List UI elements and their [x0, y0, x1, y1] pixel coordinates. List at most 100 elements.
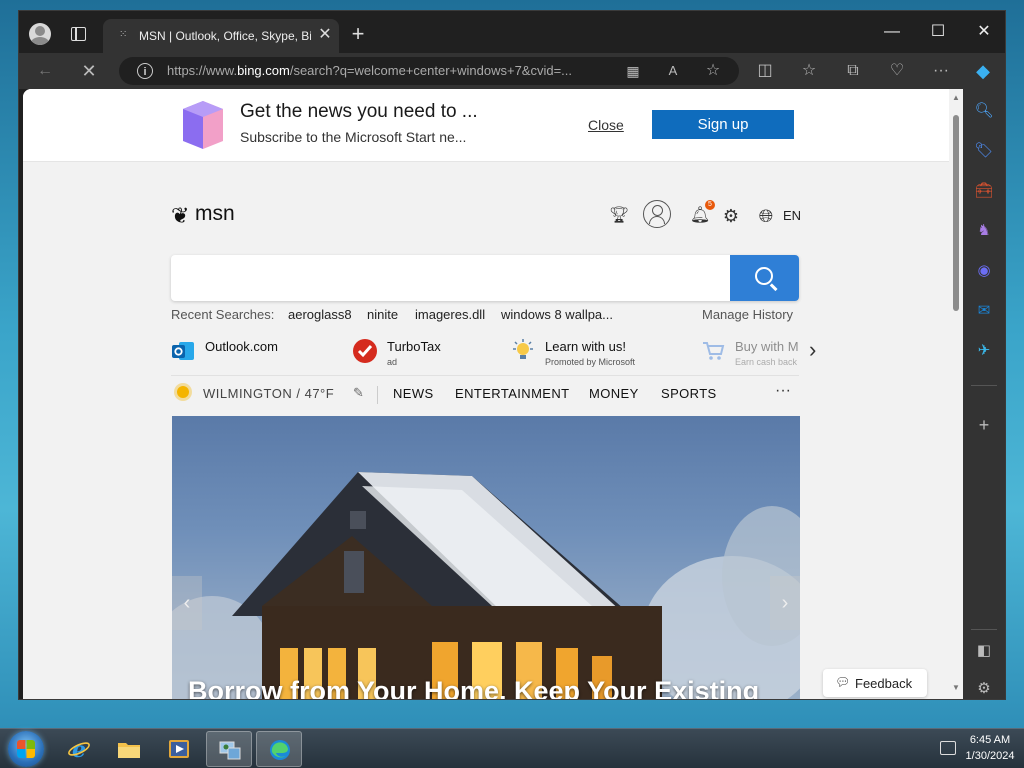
add-icon[interactable]: +: [974, 415, 994, 435]
banner-title: Get the news you need to ...: [240, 101, 478, 122]
nav-entertainment[interactable]: ENTERTAINMENT: [455, 386, 570, 401]
microsoft-start-logo-icon: [183, 101, 223, 149]
clock-time[interactable]: 6:45 AM: [960, 734, 1020, 746]
sidebar-settings-icon[interactable]: ⚙: [974, 679, 994, 699]
quick-link-buy[interactable]: Buy with M Earn cash back: [701, 335, 801, 365]
address-url[interactable]: https://www.bing.com/search?q=welcome+ce…: [167, 63, 609, 79]
quick-link-turbotax[interactable]: TurboTax ad: [353, 335, 473, 367]
category-nav: WILMINGTON / 47°F ✎ NEWS ENTERTAINMENT M…: [171, 375, 799, 410]
settings-more-icon[interactable]: ···: [931, 61, 951, 81]
nav-money[interactable]: MONEY: [589, 386, 639, 401]
feedback-button[interactable]: 💬︎ Feedback: [823, 669, 927, 697]
copilot-icon[interactable]: ◆: [973, 61, 993, 81]
lightbulb-icon: [513, 339, 533, 359]
hero-carousel[interactable]: ‹ › Borrow from Your Home, Keep Your Exi…: [172, 416, 800, 699]
split-screen-icon[interactable]: ◫: [755, 61, 775, 81]
favorites-icon[interactable]: ☆: [799, 61, 819, 81]
taskbar-internet-explorer[interactable]: e: [56, 731, 102, 767]
scrollbar-thumb[interactable]: [953, 115, 959, 311]
scroll-up-icon[interactable]: ▲: [951, 93, 961, 103]
address-bar[interactable]: i https://www.bing.com/search?q=welcome+…: [119, 57, 739, 85]
browser-essentials-icon[interactable]: ♡: [887, 61, 907, 81]
edge-icon: [270, 740, 290, 760]
carousel-prev-button[interactable]: ‹: [172, 576, 202, 630]
loading-spinner-icon: ⁙: [119, 29, 128, 40]
edit-pencil-icon[interactable]: ✎: [353, 385, 364, 401]
internet-explorer-icon: e: [68, 737, 90, 761]
search-box: [171, 255, 799, 301]
sidebar-divider: [971, 385, 997, 386]
collections-icon[interactable]: ⧉: [843, 61, 863, 81]
chevron-right-icon[interactable]: ›: [809, 339, 825, 361]
msn-logo[interactable]: ❦ msn: [171, 201, 251, 229]
taskbar-media-player[interactable]: [156, 731, 202, 767]
taskbar-file-explorer[interactable]: [106, 731, 152, 767]
carousel-next-button[interactable]: ›: [770, 576, 800, 630]
browser-toolbar: ← ✕ i https://www.bing.com/search?q=welc…: [19, 53, 1005, 89]
nav-sports[interactable]: SPORTS: [661, 386, 717, 401]
signup-button[interactable]: Sign up: [652, 110, 794, 139]
taskbar-control-panel[interactable]: [206, 731, 252, 767]
subscribe-banner: Get the news you need to ... Subscribe t…: [23, 89, 949, 162]
favorite-star-icon[interactable]: ☆: [703, 61, 723, 81]
hero-headline[interactable]: Borrow from Your Home, Keep Your Existin…: [188, 676, 759, 699]
media-player-icon: [169, 740, 189, 758]
recent-search-item[interactable]: ninite: [367, 307, 398, 322]
tab-msn[interactable]: ⁙ MSN | Outlook, Office, Skype, Bing ✕: [103, 19, 339, 53]
sidebar-divider: [971, 629, 997, 630]
globe-icon[interactable]: 🌐︎: [755, 205, 777, 227]
page-viewport: Get the news you need to ... Subscribe t…: [23, 89, 949, 699]
tab-actions-icon[interactable]: [71, 27, 86, 41]
maximize-button[interactable]: ☐: [915, 17, 961, 47]
recent-search-item[interactable]: aeroglass8: [288, 307, 352, 322]
nav-news[interactable]: NEWS: [393, 386, 434, 401]
banner-subtitle: Subscribe to the Microsoft Start ne...: [240, 129, 467, 145]
recent-search-item[interactable]: imageres.dll: [415, 307, 485, 322]
quick-link-learn[interactable]: Learn with us! Promoted by Microsoft: [511, 335, 651, 367]
quick-link-outlook[interactable]: Outlook.com: [171, 335, 321, 365]
tab-close-icon[interactable]: ✕: [317, 27, 333, 43]
action-center-icon[interactable]: [940, 741, 956, 755]
page-scrollbar[interactable]: ▲ ▼: [949, 89, 963, 699]
clock-date[interactable]: 1/30/2024: [960, 750, 1020, 762]
profile-icon[interactable]: [29, 23, 51, 45]
stop-loading-icon[interactable]: ✕: [79, 61, 99, 81]
apps-available-icon[interactable]: ▦: [623, 61, 643, 81]
back-arrow-icon[interactable]: ←: [35, 61, 55, 81]
language-selector[interactable]: EN: [783, 208, 801, 223]
search-icon[interactable]: 🔍︎: [974, 101, 994, 121]
scroll-down-icon[interactable]: ▼: [951, 683, 961, 693]
drop-icon[interactable]: ✈: [974, 341, 994, 361]
hero-image-house: [172, 472, 800, 699]
shopping-tag-icon[interactable]: 🏷︎: [974, 141, 994, 161]
recent-searches-label: Recent Searches:: [171, 307, 275, 322]
site-info-icon[interactable]: i: [137, 63, 153, 79]
outlook-sidebar-icon[interactable]: ✉: [974, 301, 994, 321]
banner-close-link[interactable]: Close: [588, 117, 624, 133]
weather-location[interactable]: WILMINGTON / 47°F: [203, 386, 334, 401]
hide-sidebar-icon[interactable]: ◧: [974, 641, 994, 661]
minimize-button[interactable]: —: [869, 17, 915, 47]
new-tab-button[interactable]: +: [349, 23, 367, 45]
title-bar: ⁙ MSN | Outlook, Office, Skype, Bing ✕ +…: [19, 11, 1005, 53]
outlook-icon: [172, 342, 194, 360]
folder-icon: [118, 743, 140, 758]
start-button[interactable]: [8, 731, 44, 767]
recent-search-item[interactable]: windows 8 wallpa...: [501, 307, 613, 322]
taskbar-edge[interactable]: [256, 731, 302, 767]
microsoft-365-icon[interactable]: ◉: [974, 261, 994, 281]
manage-history-link[interactable]: Manage History: [702, 307, 793, 322]
search-input[interactable]: [171, 255, 729, 301]
msn-butterfly-icon: ❦: [171, 203, 190, 228]
rewards-trophy-icon[interactable]: 🏆︎: [608, 205, 630, 227]
close-button[interactable]: ✕: [961, 17, 1005, 47]
tools-icon[interactable]: 🧰︎: [974, 181, 994, 201]
search-button[interactable]: [730, 255, 799, 301]
notification-badge: 5: [705, 200, 715, 210]
games-icon[interactable]: ♞: [974, 221, 994, 241]
nav-more-icon[interactable]: ···: [775, 382, 791, 400]
settings-gear-icon[interactable]: ⚙: [720, 205, 742, 227]
read-aloud-icon[interactable]: A: [663, 61, 683, 81]
account-avatar-icon[interactable]: [643, 200, 671, 228]
taskbar: e 6:45 AM 1/30/2024: [0, 728, 1024, 768]
